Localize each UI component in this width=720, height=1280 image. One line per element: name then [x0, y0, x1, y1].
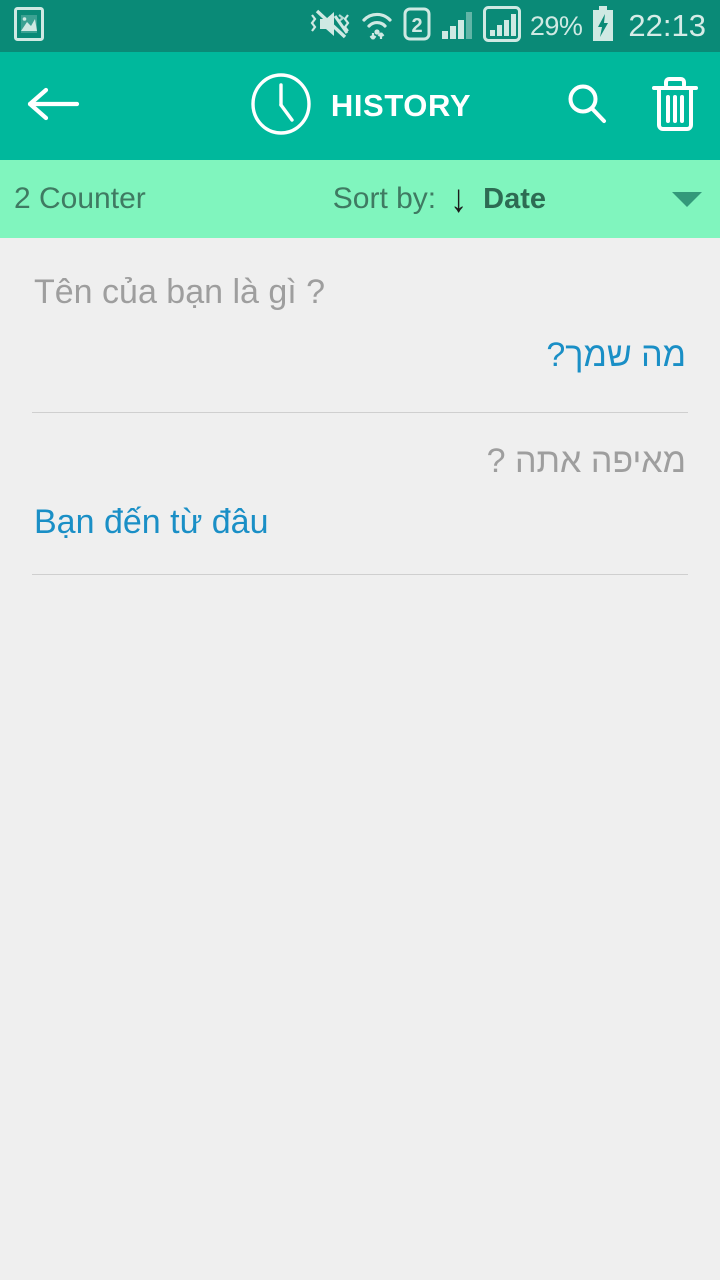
history-item-source: מאיפה אתה ? [486, 442, 686, 480]
wifi-icon [360, 7, 394, 46]
signal-bars-boxed-icon [482, 5, 521, 47]
delete-button[interactable] [650, 76, 700, 137]
sim2-icon: 2 [403, 7, 431, 46]
search-button[interactable] [562, 79, 612, 134]
history-item-source: Tên của bạn là gì ? [34, 274, 326, 311]
arrow-down-icon[interactable]: ↓ [450, 179, 467, 218]
app-bar: HISTORY [0, 52, 720, 160]
app-bar-actions [562, 76, 700, 137]
history-item[interactable]: מאיפה אתה ? Bạn đến từ đâu [0, 413, 720, 575]
mute-vibrate-icon [307, 7, 351, 46]
history-item-translation: מה שמך? [546, 337, 686, 375]
sort-control[interactable]: Sort by: ↓ Date [332, 179, 702, 219]
counter-label: 2 Counter [14, 182, 146, 215]
signal-bars-icon [440, 7, 474, 46]
back-button[interactable] [22, 75, 84, 137]
image-icon [14, 6, 44, 46]
battery-percent: 29% [529, 10, 583, 41]
search-icon [562, 79, 612, 134]
sort-by-label: Sort by: [332, 182, 437, 215]
list-divider [32, 573, 688, 575]
status-bar-clock: 22:13 [628, 8, 706, 43]
history-item-translation: Bạn đến từ đâu [34, 504, 269, 542]
clock-icon [249, 72, 313, 141]
status-bar-icons: 2 29% 22:13 [307, 5, 706, 47]
sort-value-label: Date [483, 182, 546, 215]
trash-icon [650, 76, 700, 137]
caret-down-icon[interactable] [672, 191, 702, 207]
sort-bar: 2 Counter Sort by: ↓ Date [0, 160, 720, 238]
history-list: Tên của bạn là gì ? מה שמך? מאיפה אתה ? … [0, 238, 720, 575]
status-bar: 2 29% 22:13 [0, 0, 720, 52]
history-item[interactable]: Tên của bạn là gì ? מה שמך? [0, 238, 720, 413]
arrow-left-icon [25, 83, 81, 130]
battery-charging-icon [591, 5, 615, 47]
svg-text:2: 2 [411, 15, 422, 37]
status-bar-notifications [14, 6, 44, 46]
page-title: HISTORY [330, 88, 472, 123]
